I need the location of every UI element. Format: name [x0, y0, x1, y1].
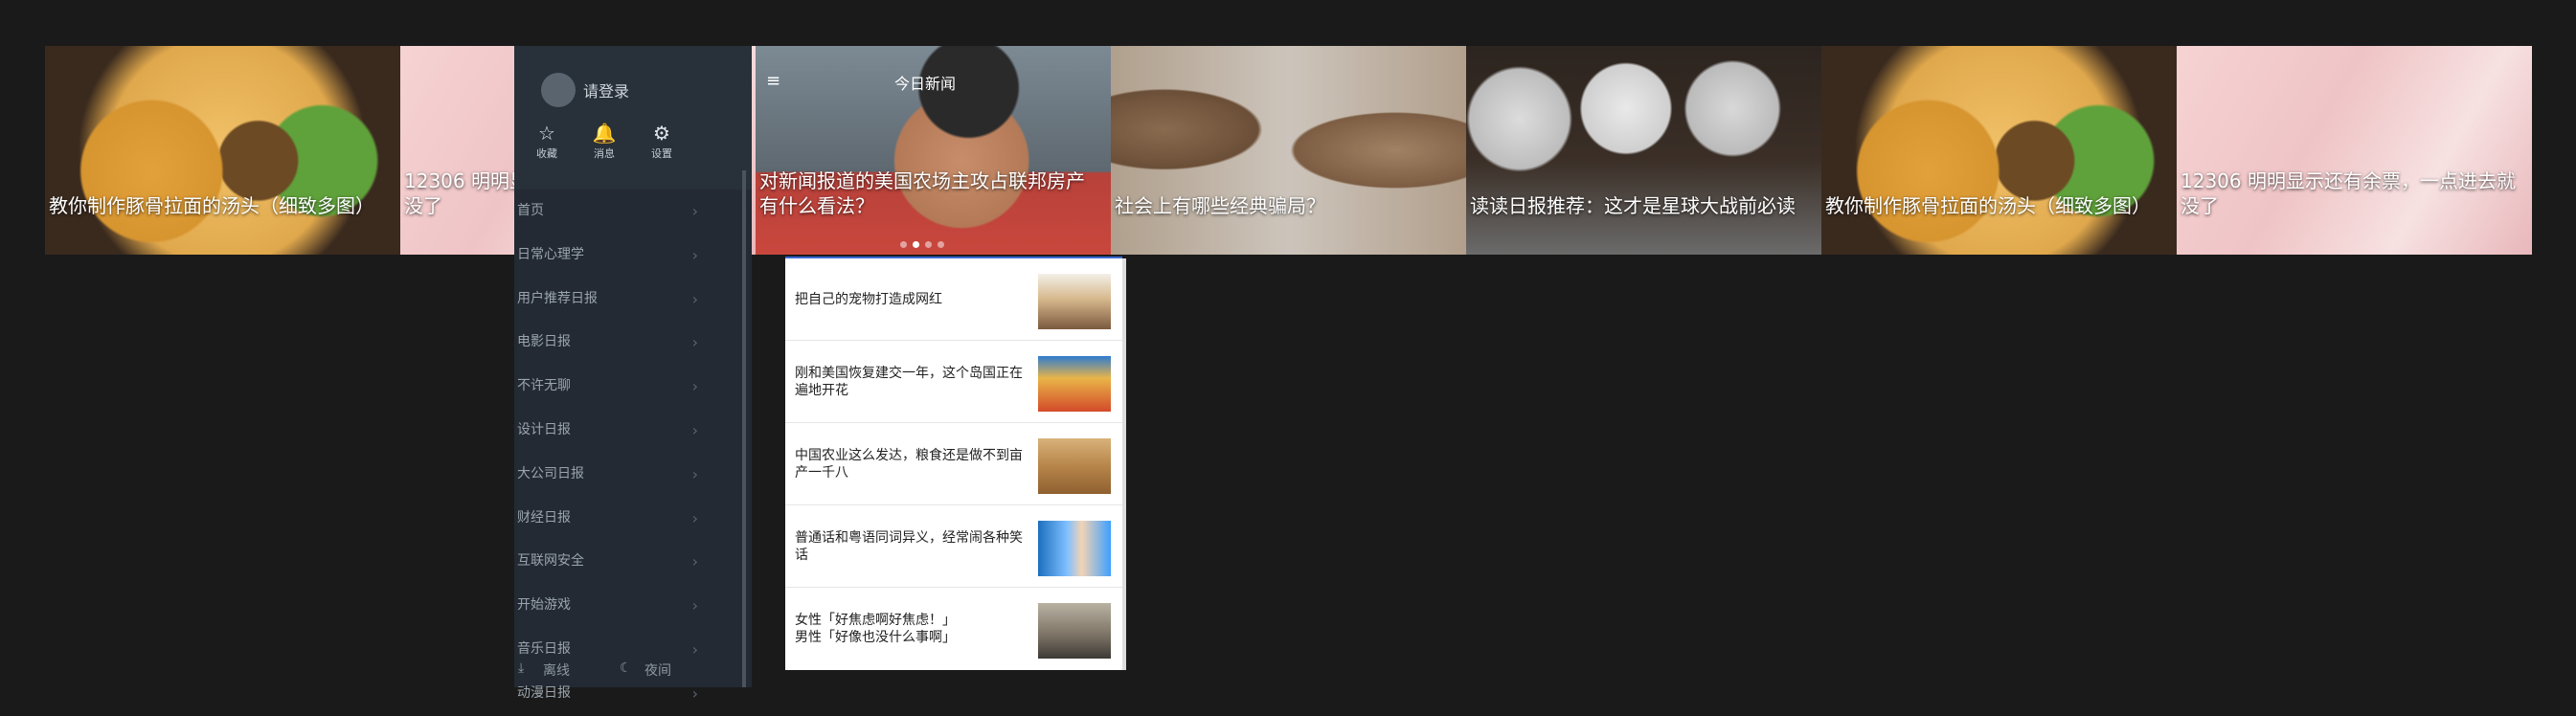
- news-item[interactable]: 刚和美国恢复建交一年，这个岛国正在遍地开花: [785, 341, 1122, 423]
- menu-item[interactable]: 不许无聊 ›: [514, 365, 752, 409]
- star-icon: ☆: [538, 122, 555, 145]
- avatar[interactable]: [541, 73, 576, 107]
- news-item[interactable]: 普通话和粤语同词异义，经常闹各种笑话: [785, 505, 1122, 588]
- banner-slide-ticket-2[interactable]: 12306 明明显示还有余票，一点进去就没了: [2177, 46, 2532, 255]
- menu-item[interactable]: 电影日报 ›: [514, 321, 752, 365]
- news-item[interactable]: 把自己的宠物打造成网红: [785, 258, 1122, 341]
- carousel-dot[interactable]: [900, 241, 907, 248]
- news-item[interactable]: 中国农业这么发达，粮食还是做不到亩产一千八: [785, 423, 1122, 505]
- drawer-menu: 首页 › 日常心理学 › 用户推荐日报 › 电影日报 › 不许无聊 › 设计日报 › 大公司…: [514, 190, 752, 716]
- chevron-right-icon: ›: [691, 289, 698, 308]
- top-bar: ≡ 今日新闻: [757, 65, 1120, 103]
- banner-caption: 教你制作豚骨拉面的汤头（细致多图）: [1825, 194, 2151, 217]
- chevron-right-icon: ›: [691, 508, 698, 527]
- menu-item[interactable]: 大公司日报 ›: [514, 453, 752, 497]
- page-title: 今日新闻: [894, 75, 957, 93]
- menu-item[interactable]: 开始游戏 ›: [514, 584, 752, 628]
- banner-carousel[interactable]: 教你制作豚骨拉面的汤头（细致多图） 12306 明明显示还有余票，一点进去就没了…: [45, 46, 2535, 255]
- carousel-dot[interactable]: [925, 241, 932, 248]
- banner-caption: 对新闻报道的美国农场主攻占联邦房产有什么看法？: [759, 169, 1085, 217]
- drawer-footer: ⤓ 离线 ☾ 夜间: [514, 655, 752, 687]
- moon-icon: ☾: [620, 660, 632, 676]
- settings-button[interactable]: ⚙ 设置: [633, 121, 690, 161]
- news-thumbnail: [1038, 521, 1111, 576]
- chevron-right-icon: ›: [691, 333, 698, 352]
- news-title: 女性「好焦虑啊好焦虑！」 男性「好像也没什么事啊」: [795, 612, 956, 645]
- chevron-right-icon: ›: [691, 245, 698, 264]
- menu-item[interactable]: 设计日报 ›: [514, 409, 752, 453]
- news-title: 刚和美国恢复建交一年，这个岛国正在遍地开花: [795, 365, 1023, 398]
- menu-item[interactable]: 互联网安全 ›: [514, 540, 752, 584]
- favorites-button[interactable]: ☆ 收藏: [518, 121, 576, 161]
- news-thumbnail: [1038, 356, 1111, 412]
- offline-button[interactable]: 离线: [543, 660, 570, 680]
- chevron-right-icon: ›: [691, 464, 698, 483]
- chevron-right-icon: ›: [691, 552, 698, 571]
- banner-caption: 12306 明明显示还有余票，一点进去就没了: [2181, 169, 2516, 217]
- login-link[interactable]: 请登录: [583, 78, 629, 101]
- chevron-right-icon: ›: [691, 202, 698, 220]
- news-title: 把自己的宠物打造成网红: [795, 291, 942, 307]
- news-thumbnail: [1038, 438, 1111, 494]
- carousel-dot[interactable]: [938, 241, 944, 248]
- menu-item-home[interactable]: 首页 ›: [514, 190, 752, 234]
- banner-caption: 社会上有哪些经典骗局？: [1115, 194, 1325, 217]
- menu-item[interactable]: 财经日报 ›: [514, 497, 752, 541]
- menu-item[interactable]: 用户推荐日报 ›: [514, 278, 752, 322]
- chevron-right-icon: ›: [691, 596, 698, 615]
- news-thumbnail: [1038, 274, 1111, 329]
- menu-item[interactable]: 日常心理学 ›: [514, 234, 752, 278]
- news-item[interactable]: 女性「好焦虑啊好焦虑！」 男性「好像也没什么事啊」: [785, 588, 1122, 669]
- chevron-right-icon: ›: [691, 420, 698, 439]
- news-thumbnail: [1038, 603, 1111, 659]
- download-icon: ⤓: [518, 660, 525, 676]
- drawer-scrollbar[interactable]: [742, 170, 746, 687]
- drawer-header: 请登录 ☆ 收藏 🔔 消息 ⚙ 设置: [514, 46, 752, 190]
- carousel-indicator[interactable]: [900, 234, 958, 248]
- banner-slide-ramen[interactable]: 教你制作豚骨拉面的汤头（细致多图）: [45, 46, 400, 255]
- news-list: 把自己的宠物打造成网红 刚和美国恢复建交一年，这个岛国正在遍地开花 中国农业这么…: [785, 257, 1122, 670]
- banner-slide-starwars[interactable]: 读读日报推荐：这才是星球大战前必读: [1466, 46, 1821, 255]
- news-title: 中国农业这么发达，粮食还是做不到亩产一千八: [795, 447, 1023, 481]
- carousel-dot-active[interactable]: [913, 241, 919, 248]
- news-title: 普通话和粤语同词异义，经常闹各种笑话: [795, 529, 1023, 563]
- banner-slide-ramen-2[interactable]: 教你制作豚骨拉面的汤头（细致多图）: [1821, 46, 2177, 255]
- banner-slide-coins[interactable]: 社会上有哪些经典骗局？: [1111, 46, 1466, 255]
- side-drawer: 请登录 ☆ 收藏 🔔 消息 ⚙ 设置 首页 › 日常心理学 › 用户推荐日报 › 电影…: [514, 46, 752, 703]
- banner-caption: 教你制作豚骨拉面的汤头（细致多图）: [49, 194, 374, 217]
- banner-caption: 读读日报推荐：这才是星球大战前必读: [1470, 194, 1796, 217]
- bell-icon: 🔔: [592, 122, 617, 145]
- menu-icon[interactable]: ≡: [766, 71, 780, 91]
- gear-icon: ⚙: [653, 122, 670, 145]
- night-mode-button[interactable]: 夜间: [644, 660, 671, 680]
- messages-button[interactable]: 🔔 消息: [576, 121, 633, 161]
- chevron-right-icon: ›: [691, 377, 698, 396]
